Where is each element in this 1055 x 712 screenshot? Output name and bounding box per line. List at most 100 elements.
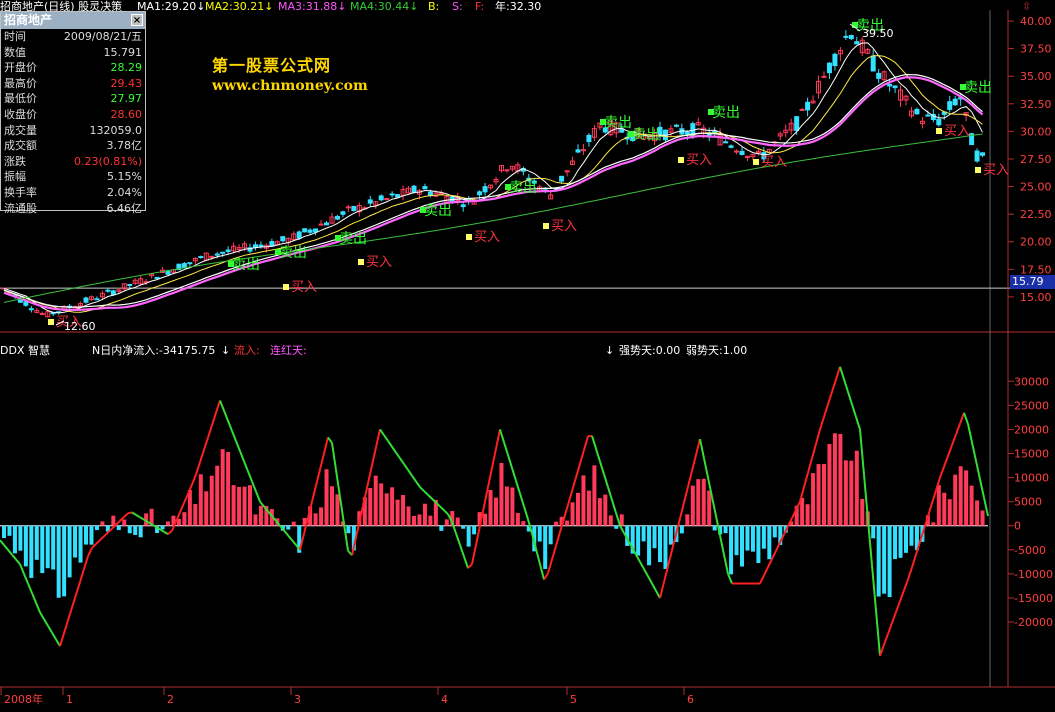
ddx-line-segment: [48, 626, 52, 633]
candle-body: [199, 257, 203, 258]
ddx-line-segment: [520, 494, 524, 507]
ddx-bar: [18, 526, 22, 551]
price-panel[interactable]: 卖出卖出卖出卖出卖出卖出卖出卖出卖出卖出买入买入买入买入买入买入买入买入买入39…: [2, 18, 1009, 333]
candle-body: [926, 115, 930, 116]
ddx-bar: [549, 526, 553, 545]
ddx-title[interactable]: DDX 智慧: [0, 343, 50, 359]
ddx-line-segment: [204, 438, 208, 450]
ddx-line-segment: [724, 555, 728, 574]
high-label: 39.50: [862, 27, 894, 40]
ddx-line-segment: [684, 487, 688, 503]
candle-body: [948, 102, 952, 110]
ddx-line-segment: [592, 436, 596, 449]
ddx-bar: [510, 487, 514, 525]
ddx-line-segment: [80, 569, 84, 582]
candle-body: [188, 263, 192, 264]
ddx-line-segment: [244, 461, 248, 471]
ddx-bar: [79, 526, 83, 563]
legend-item: 年:32.30: [495, 0, 541, 14]
ddx-line-segment: [688, 471, 692, 487]
candle-body: [576, 150, 580, 152]
data-window-value: 3.78亿: [107, 138, 143, 154]
ddx-bar: [658, 526, 662, 562]
ddx-bar: [401, 495, 405, 526]
candle-body: [24, 302, 28, 305]
ddx-strong-arrow: ↓: [605, 343, 614, 359]
ddx-bar: [330, 486, 334, 525]
x-axis: 2008年123456: [1, 687, 694, 706]
ddx-line-segment: [196, 462, 200, 474]
ddx-bar: [95, 526, 99, 530]
close-button[interactable]: ×: [131, 14, 143, 26]
ddx-bar: [286, 526, 290, 530]
ddx-bar: [467, 526, 471, 547]
ddx-line-segment: [216, 401, 220, 413]
ddx-bar: [970, 486, 974, 526]
ddx-line-segment: [220, 401, 224, 411]
sell-label: 卖出: [604, 115, 632, 131]
ddx-line-segment: [136, 515, 140, 517]
sell-label: 卖出: [424, 203, 452, 219]
ddx-line-segment: [60, 633, 64, 646]
candle-body: [833, 54, 837, 65]
data-window-row: 换手率2.04%: [1, 185, 145, 201]
ddx-line-segment: [848, 392, 852, 405]
candle-body: [314, 229, 318, 232]
candle-body: [888, 84, 892, 86]
ddx-bar: [669, 526, 673, 545]
candle-body: [937, 119, 941, 125]
ddx-line-segment: [84, 556, 88, 569]
candle-body: [953, 99, 957, 105]
ddx-y-tick-label: 0: [1014, 520, 1021, 533]
data-window-title-text: 招商地产: [4, 13, 52, 27]
ddx-line-segment: [600, 462, 604, 475]
ddx-y-tick-label: 15000: [1014, 447, 1049, 460]
ddx-line-segment: [584, 436, 588, 450]
ddx-line-segment: [488, 468, 492, 487]
candle-body: [806, 102, 810, 110]
ddx-line-segment: [20, 564, 24, 574]
ddx-line-segment: [956, 424, 960, 435]
ddx-line-segment: [444, 510, 448, 514]
ddx-line-segment: [492, 449, 496, 468]
data-window[interactable]: 招商地产 × 时间2009/08/21/五数值15.791开盘价28.29最高价…: [0, 11, 146, 211]
candle-body: [155, 277, 159, 278]
candle-body: [461, 205, 465, 207]
ddx-line-segment: [844, 379, 848, 392]
data-window-value: 15.791: [104, 45, 143, 61]
ddx-bar: [445, 519, 449, 525]
ddx-flow-in: 流入:: [234, 343, 260, 359]
watermark-site-name: 第一股票公式网: [212, 52, 331, 76]
ddx-bar: [368, 488, 372, 526]
ddx-line-segment: [556, 532, 560, 546]
data-window-value: 28.60: [111, 107, 143, 123]
ddx-red-days: 连红天:: [270, 343, 307, 359]
x-tick-label: 6: [687, 693, 694, 706]
ddx-line-segment: [152, 525, 156, 527]
ddx-line-segment: [620, 526, 624, 533]
ddx-bar: [428, 516, 432, 526]
data-window-value: 29.43: [111, 76, 143, 92]
ddx-bar: [587, 491, 591, 526]
ddx-bar: [2, 526, 6, 538]
candle-body: [106, 290, 110, 291]
ddx-bar: [767, 526, 771, 560]
ddx-panel[interactable]: [0, 367, 988, 656]
ddx-line-segment: [44, 619, 48, 626]
ddx-bar: [117, 526, 121, 530]
ddx-line-segment: [328, 437, 332, 442]
ddx-bar: [221, 449, 225, 526]
ddx-line-segment: [140, 517, 144, 519]
ddx-bar: [456, 518, 460, 526]
ddx-bar: [472, 526, 476, 535]
ddx-bar: [7, 526, 11, 536]
ddx-line-segment: [896, 601, 900, 612]
x-tick-label: 2008年: [4, 692, 43, 706]
data-window-value: 6.46亿: [107, 201, 143, 217]
ddx-bar: [13, 526, 17, 554]
ddx-line-segment: [256, 492, 260, 502]
data-window-value: 28.29: [111, 60, 143, 76]
ddx-line-segment: [252, 481, 256, 491]
ddx-line-segment: [604, 474, 608, 487]
data-window-title[interactable]: 招商地产 ×: [1, 12, 145, 29]
